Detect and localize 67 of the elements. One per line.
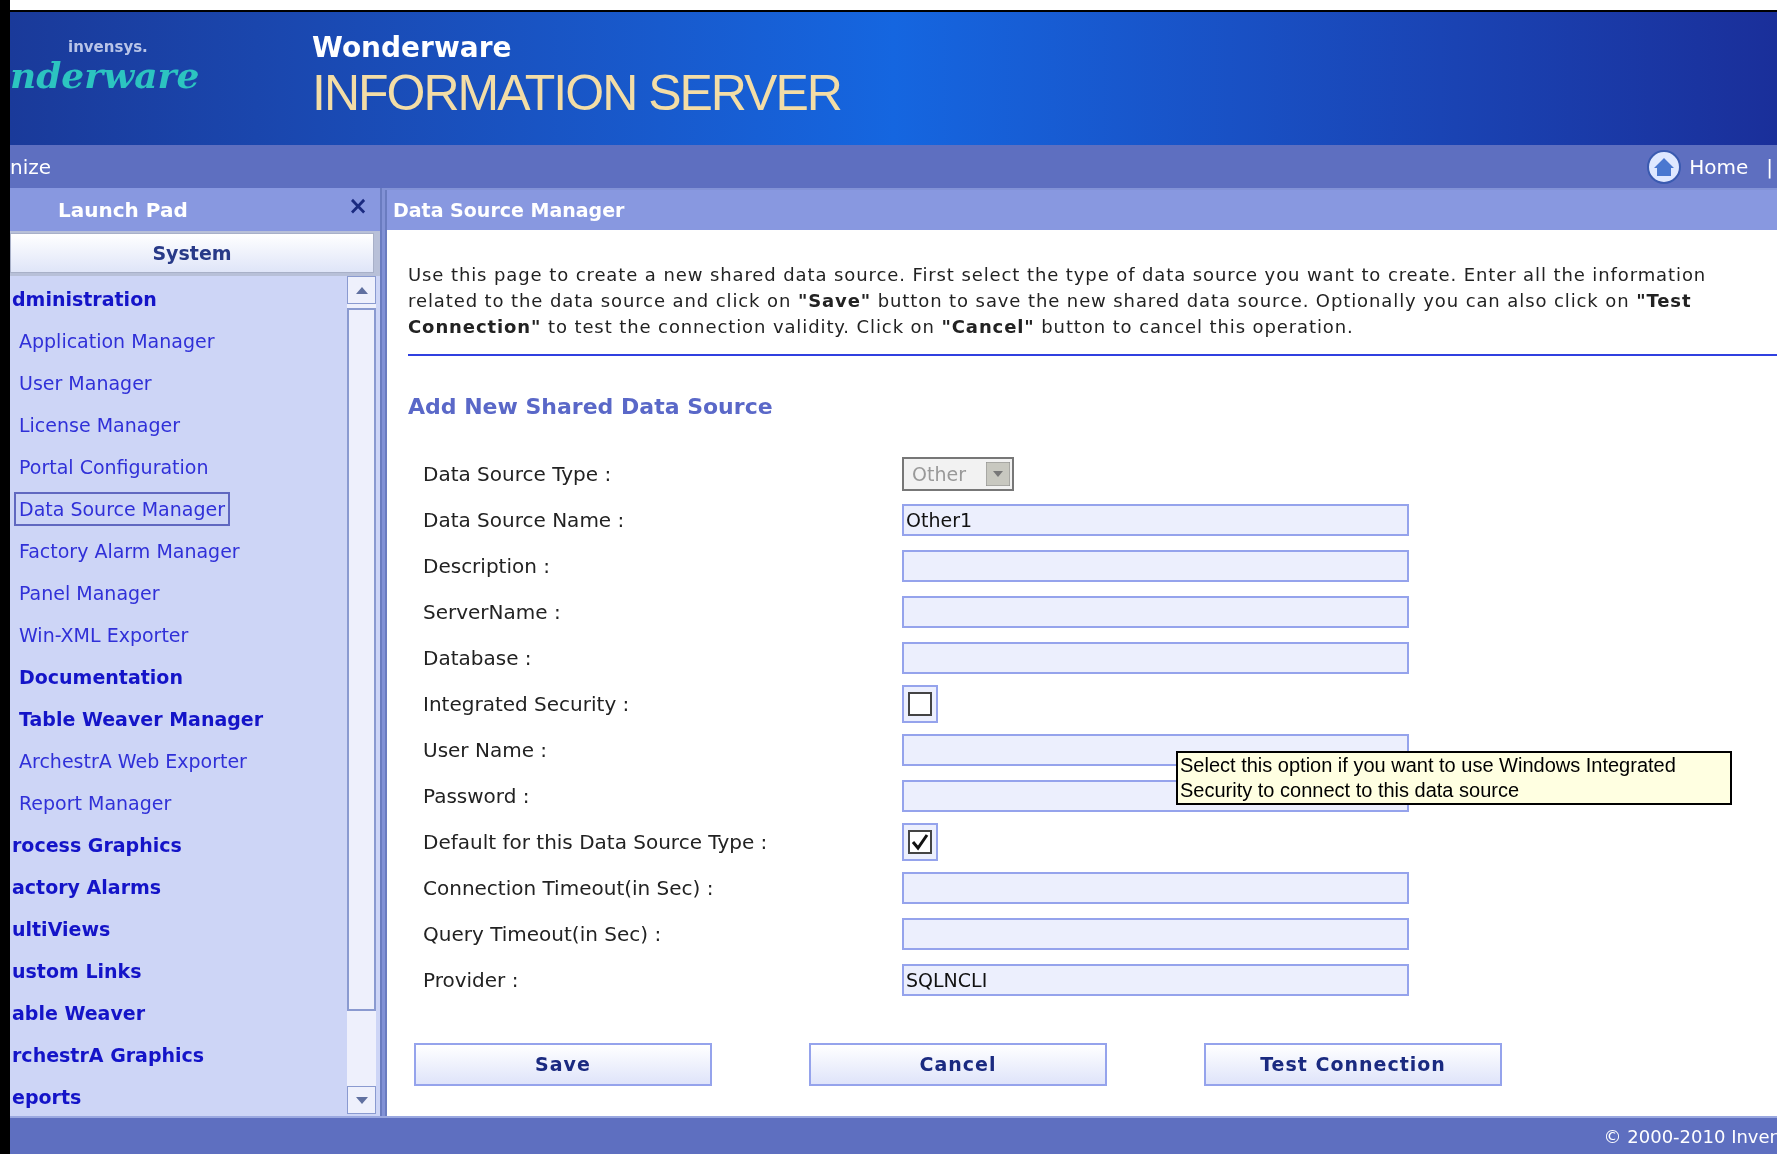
product-name: INFORMATION SERVER — [312, 68, 841, 118]
scroll-down-button[interactable] — [347, 1086, 376, 1114]
panel-title: Data Source Manager — [393, 197, 625, 223]
field-label: ServerName : — [422, 599, 562, 626]
nav-group[interactable]: eports — [10, 1080, 87, 1114]
text-field[interactable]: Other1 — [902, 504, 1409, 536]
field-label: Default for this Data Source Type : — [422, 829, 769, 856]
field-label: Data Source Type : — [422, 461, 613, 488]
scroll-thumb[interactable] — [347, 308, 376, 1011]
form-button[interactable]: Cancel — [809, 1043, 1107, 1086]
field-label: Provider : — [422, 967, 520, 994]
nav-group[interactable]: dministration — [10, 282, 162, 316]
field-label: Data Source Name : — [422, 507, 626, 534]
nav-link[interactable]: Table Weaver Manager — [14, 702, 269, 736]
form-button[interactable]: Save — [414, 1043, 712, 1086]
nav-group[interactable]: able Weaver — [10, 996, 151, 1030]
nav-group[interactable]: ustom Links — [10, 954, 147, 988]
text-field[interactable]: SQLNCLI — [902, 964, 1409, 996]
scrollbar[interactable] — [347, 276, 376, 1114]
text-field[interactable] — [902, 642, 1409, 674]
text-field[interactable] — [902, 596, 1409, 628]
nav-link[interactable]: Documentation — [14, 660, 188, 694]
checkbox[interactable] — [902, 685, 938, 723]
text-field[interactable] — [902, 918, 1409, 950]
nav-link[interactable]: Application Manager — [14, 324, 220, 358]
nav-link[interactable]: License Manager — [14, 408, 185, 442]
nav-group[interactable]: rocess Graphics — [10, 828, 187, 862]
nav-label: nize — [10, 153, 52, 181]
checkbox[interactable] — [902, 823, 938, 861]
dropdown-arrow-icon — [986, 462, 1010, 486]
nav-group[interactable]: ultiViews — [10, 912, 116, 946]
nav-link[interactable]: Factory Alarm Manager — [14, 534, 245, 568]
close-button[interactable]: × — [347, 194, 368, 218]
nav-link[interactable]: Portal Configuration — [14, 450, 214, 484]
form-button[interactable]: Test Connection — [1204, 1043, 1502, 1086]
down-arrow-icon — [355, 1096, 368, 1104]
nav-link[interactable]: Report Manager — [14, 786, 177, 820]
field-label: Integrated Security : — [422, 691, 631, 718]
scroll-up-button[interactable] — [347, 276, 376, 304]
field-label: User Name : — [422, 737, 549, 764]
home-link[interactable]: Home — [1647, 149, 1749, 184]
copyright-text: © 2000-2010 Inver — [1603, 1124, 1777, 1149]
nav-link[interactable]: Win-XML Exporter — [14, 618, 194, 652]
nav-group[interactable]: actory Alarms — [10, 870, 167, 904]
brand-logo: nderware — [10, 56, 200, 93]
nav-link[interactable]: Data Source Manager — [14, 492, 230, 526]
form-title: Add New Shared Data Source — [408, 393, 774, 421]
nav-separator: | — [1766, 153, 1773, 181]
product-brand: Wonderware — [312, 34, 513, 62]
up-arrow-icon — [355, 286, 368, 294]
field-label: Query Timeout(in Sec) : — [422, 921, 663, 948]
system-tab[interactable]: System — [10, 233, 374, 273]
nav-link[interactable]: ArchestrA Web Exporter — [14, 744, 252, 778]
text-field[interactable] — [902, 872, 1409, 904]
field-label: Connection Timeout(in Sec) : — [422, 875, 715, 902]
field-label: Password : — [422, 783, 531, 810]
home-icon — [1647, 149, 1682, 184]
description-text: Use this page to create a new shared data source. First select the type of data source you want to create. Enter all the information related to the data source and click on "Save" button to save the new shared data source. Optionally you can also click on "Test Connection" to test the connection validity. Click on "Cancel" button to cancel this operation. — [408, 263, 1708, 339]
company-logo: invensys. — [68, 37, 148, 58]
nav-link[interactable]: User Manager — [14, 366, 157, 400]
field-label: Description : — [422, 553, 551, 580]
tooltip: Select this option if you want to use Windows Integrated Security to connect to this data source — [1176, 751, 1732, 805]
nav-group[interactable]: rchestrA Graphics — [10, 1038, 210, 1072]
panel-title: Launch Pad — [58, 196, 188, 224]
nav-link[interactable]: Panel Manager — [14, 576, 165, 610]
field-label: Database : — [422, 645, 533, 672]
text-field[interactable] — [902, 550, 1409, 582]
